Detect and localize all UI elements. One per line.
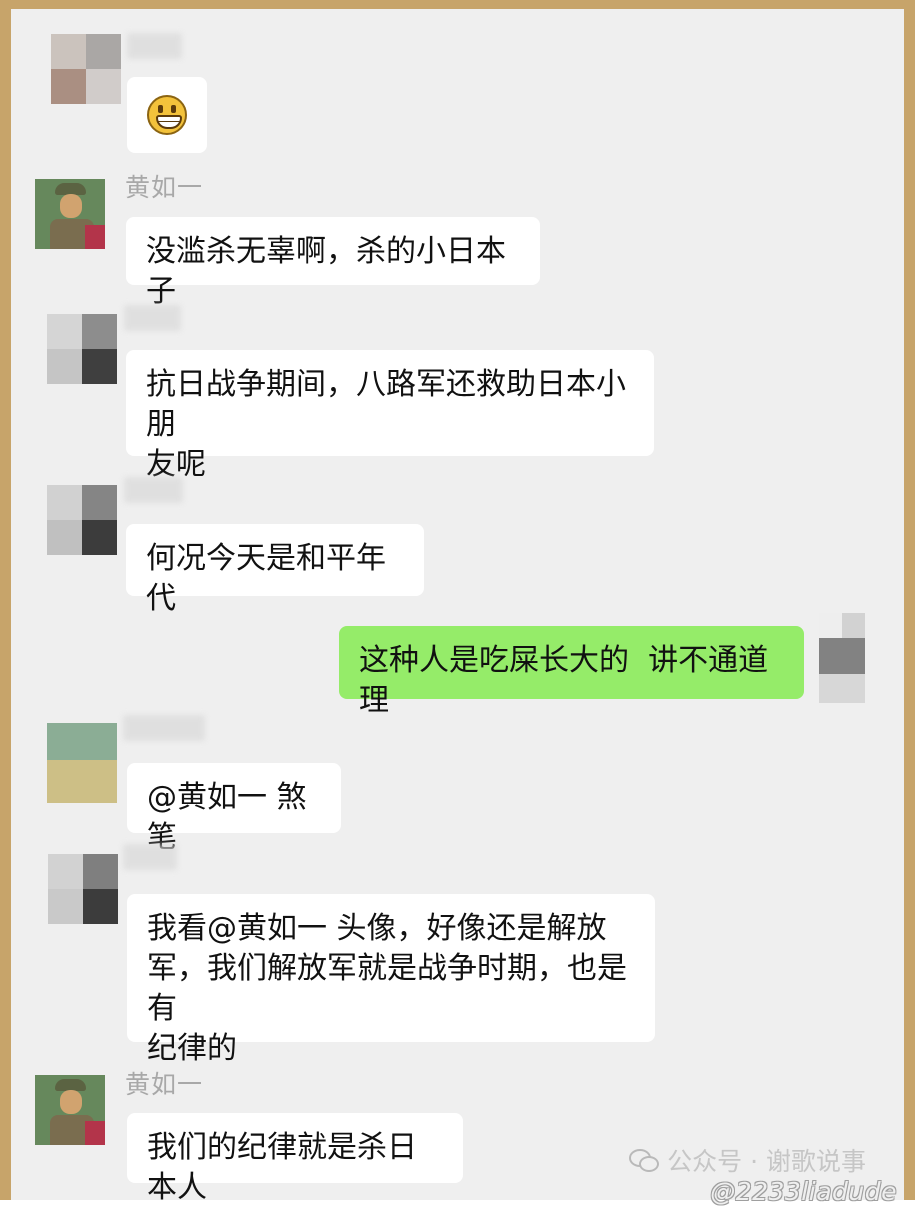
sender-name-7-obscured [123, 844, 177, 870]
sender-name-6-obscured [123, 715, 205, 741]
sender-name-3-obscured [124, 305, 181, 331]
message-bubble-4[interactable]: 何况今天是和平年代 [126, 524, 424, 616]
own-avatar[interactable] [819, 613, 865, 703]
wechat-bubble-small [639, 1156, 660, 1172]
wechat-icon [629, 1149, 660, 1172]
public-account-name: 公众号 · 谢歌说事 [667, 1147, 866, 1176]
emoji-message-bubble[interactable] [127, 77, 207, 153]
sender-avatar-3[interactable] [47, 314, 117, 384]
message-bubble-2[interactable]: 没滥杀无辜啊，杀的小日本子 [126, 217, 540, 309]
own-message-bubble[interactable]: 这种人是吃屎长大的 讲不通道理 [339, 626, 804, 718]
left-eye [158, 105, 163, 113]
sender-avatar-6[interactable] [47, 723, 117, 803]
message-bubble-7[interactable]: 我看@黄如一 头像，好像还是解放 军，我们解放军就是战争时期，也是有 纪律的 [127, 894, 655, 1066]
public-account-watermark: 公众号 · 谢歌说事 [629, 1142, 866, 1178]
chat-screenshot-frame: 黄如一 没滥杀无辜啊，杀的小日本子 抗日战争期间，八路军还救助日本小朋 友呢 何… [0, 0, 915, 1206]
sender-name-8: 黄如一 [125, 1070, 204, 1099]
sender-avatar-2[interactable] [35, 179, 105, 249]
sender-avatar-1[interactable] [51, 34, 121, 104]
grinning-face-icon [147, 95, 187, 135]
right-eye [171, 105, 176, 113]
sender-avatar-4[interactable] [47, 485, 117, 555]
sender-avatar-8[interactable] [35, 1075, 105, 1145]
message-bubble-3[interactable]: 抗日战争期间，八路军还救助日本小朋 友呢 [126, 350, 654, 482]
smile-mouth [156, 115, 182, 129]
sender-name-2: 黄如一 [125, 173, 204, 202]
weibo-handle-watermark: @2233liadude [710, 1177, 897, 1206]
sender-name-4-obscured [124, 477, 183, 503]
sender-name-1-obscured [127, 33, 182, 59]
sender-avatar-7[interactable] [48, 854, 118, 924]
message-bubble-6[interactable]: @黄如一 煞笔 [127, 763, 341, 855]
message-bubble-8[interactable]: 我们的纪律就是杀日本人 [127, 1113, 463, 1205]
